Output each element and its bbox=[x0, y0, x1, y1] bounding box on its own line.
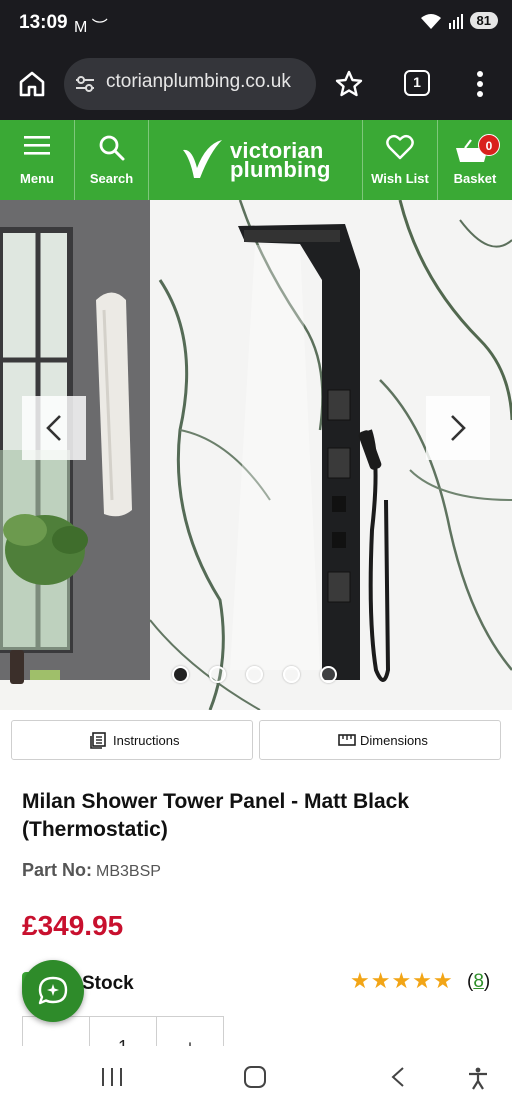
basket-label: Basket bbox=[453, 171, 497, 186]
part-number: Part No: MB3BSP bbox=[22, 860, 161, 881]
site-logo[interactable]: victorian plumbing bbox=[180, 134, 350, 186]
product-title: Milan Shower Tower Panel - Matt Black (T… bbox=[22, 790, 410, 841]
part-number-label: Part No: bbox=[22, 860, 93, 880]
search-label: Search bbox=[89, 171, 134, 186]
heart-icon bbox=[386, 134, 414, 160]
more-options-icon[interactable] bbox=[468, 66, 492, 102]
basket-button[interactable]: Basket bbox=[438, 120, 512, 200]
menu-button[interactable]: Menu bbox=[0, 120, 74, 200]
signal-icon bbox=[448, 13, 463, 29]
wifi-icon bbox=[420, 13, 441, 29]
status-time: 13:09 bbox=[19, 12, 68, 33]
chat-button[interactable] bbox=[22, 960, 84, 1022]
previous-image-button[interactable] bbox=[22, 396, 86, 460]
gallery-dot[interactable] bbox=[283, 666, 300, 683]
review-count[interactable]: (8) bbox=[467, 971, 490, 993]
part-number-value: MB3BSP bbox=[96, 863, 161, 880]
wishlist-button[interactable]: Wish List bbox=[363, 120, 437, 200]
ruler-icon bbox=[338, 734, 356, 746]
gallery-dot[interactable] bbox=[320, 666, 337, 683]
logo-word-plumbing: plumbing bbox=[230, 157, 331, 182]
product-price: £349.95 bbox=[22, 910, 124, 941]
gallery-dot[interactable] bbox=[172, 666, 189, 683]
accessibility-icon[interactable] bbox=[466, 1066, 490, 1090]
back-nav-icon[interactable] bbox=[388, 1066, 408, 1088]
hamburger-icon bbox=[24, 136, 50, 155]
gallery-pagination bbox=[172, 666, 337, 683]
battery-level: 81 bbox=[476, 13, 491, 28]
review-count-link[interactable]: 8 bbox=[473, 971, 484, 992]
product-image-gallery[interactable] bbox=[0, 200, 512, 710]
next-image-button[interactable] bbox=[426, 396, 490, 460]
chevron-right-icon bbox=[451, 415, 466, 441]
rating-stars: ★★★★★ bbox=[350, 968, 454, 993]
dimensions-label: Dimensions bbox=[360, 733, 428, 748]
tab-switcher-button[interactable]: 1 bbox=[404, 70, 430, 96]
site-header: Menu Search victorian plumbing Wish List… bbox=[0, 120, 512, 200]
basket-count-badge: 0 bbox=[478, 134, 500, 156]
recent-apps-icon[interactable] bbox=[100, 1066, 124, 1088]
divider bbox=[148, 120, 149, 200]
battery-icon: 81 bbox=[469, 12, 498, 29]
browser-toolbar: ctorianplumbing.co.uk 1 bbox=[0, 48, 512, 120]
notification-icons: M ︶ bbox=[74, 19, 108, 36]
address-bar[interactable]: ctorianplumbing.co.uk bbox=[64, 58, 316, 110]
document-icon bbox=[90, 732, 106, 749]
menu-label: Menu bbox=[20, 171, 54, 186]
instructions-button[interactable]: Instructions bbox=[11, 720, 253, 760]
gallery-dot[interactable] bbox=[246, 666, 263, 683]
dimensions-button[interactable]: Dimensions bbox=[259, 720, 501, 760]
stock-text: Stock bbox=[82, 973, 134, 994]
bookmark-star-icon[interactable] bbox=[333, 68, 365, 100]
chat-icon bbox=[38, 976, 68, 1005]
home-nav-icon[interactable] bbox=[243, 1066, 267, 1088]
search-icon bbox=[99, 135, 124, 161]
status-bar: 13:09 M ︶ 81 bbox=[0, 0, 512, 48]
system-navigation-bar bbox=[0, 1046, 512, 1109]
home-icon[interactable] bbox=[16, 68, 48, 100]
wishlist-label: Wish List bbox=[371, 171, 429, 186]
url-text[interactable]: ctorianplumbing.co.uk bbox=[106, 71, 291, 93]
instructions-label: Instructions bbox=[113, 733, 180, 748]
gallery-dot[interactable] bbox=[209, 666, 226, 683]
logo-tick-icon bbox=[183, 140, 222, 178]
search-button[interactable]: Search bbox=[75, 120, 148, 200]
site-settings-icon[interactable] bbox=[74, 74, 96, 94]
chevron-left-icon bbox=[46, 415, 61, 441]
paren-close: ) bbox=[483, 971, 491, 992]
